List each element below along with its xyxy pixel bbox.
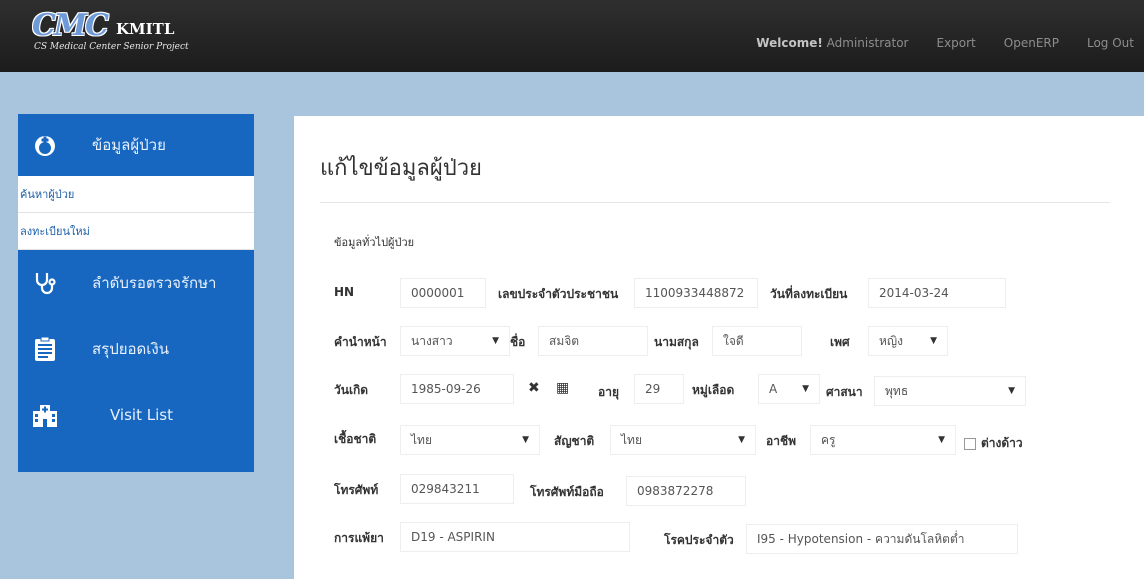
chronic-disease-label: โรคประจำตัว xyxy=(664,533,734,547)
openerp-link[interactable]: OpenERP xyxy=(1004,36,1059,50)
chevron-down-icon: ▼ xyxy=(930,336,937,346)
sidebar-label-summary: สรุปยอดเงิน xyxy=(92,340,169,358)
age-field[interactable]: 29 xyxy=(634,374,684,404)
foreigner-checkbox[interactable]: ต่างด้าว xyxy=(964,434,1023,453)
birthdate-label: วันเกิด xyxy=(334,383,369,397)
sex-select[interactable]: หญิง ▼ xyxy=(868,326,948,356)
logo-kmitl: KMITL xyxy=(116,20,175,38)
chevron-down-icon: ▼ xyxy=(492,336,499,346)
sidebar-subitem-search-patient[interactable]: ค้นหาผู้ป่วย xyxy=(18,176,254,213)
religion-label: ศาสนา xyxy=(826,385,863,399)
title-divider xyxy=(320,202,1110,203)
hospital-icon xyxy=(30,400,60,430)
prefix-select[interactable]: นางสาว ▼ xyxy=(400,326,510,356)
main-panel: แก้ไขข้อมูลผู้ป่วย ข้อมูลทั่วไปผู้ป่วย H… xyxy=(294,116,1144,579)
occupation-select[interactable]: ครู ▼ xyxy=(810,425,956,455)
logo-subtitle: CS Medical Center Senior Project xyxy=(34,42,189,52)
first-name-label: ชื่อ xyxy=(510,335,526,349)
blood-type-select[interactable]: A ▼ xyxy=(758,374,820,404)
register-date-field[interactable]: 2014-03-24 xyxy=(868,278,1006,308)
nurse-icon xyxy=(30,130,60,160)
chronic-disease-field[interactable]: I95 - Hypotension - ความดันโลหิตต่ำ xyxy=(746,524,1018,554)
chevron-down-icon: ▼ xyxy=(522,435,529,445)
citizen-id-field[interactable]: 1100933448872 xyxy=(634,278,758,308)
birthdate-field[interactable]: 1985-09-26 xyxy=(400,374,514,404)
sidebar-item-summary[interactable]: สรุปยอดเงิน xyxy=(18,316,254,382)
sex-label: เพศ xyxy=(830,335,850,349)
chevron-down-icon: ▼ xyxy=(802,384,809,394)
phone-field[interactable]: 029843211 xyxy=(400,474,514,504)
sidebar-footer xyxy=(18,448,254,472)
citizen-id-label: เลขประจำตัวประชาชน xyxy=(498,287,619,301)
phone-label: โทรศัพท์ xyxy=(334,483,379,497)
sidebar-label-visit-list: Visit List xyxy=(110,406,173,424)
stethoscope-icon xyxy=(30,268,60,298)
mobile-label: โทรศัพท์มือถือ xyxy=(530,485,604,499)
prefix-label: คำนำหน้า xyxy=(334,335,387,349)
logo-mark: CMC xyxy=(32,8,109,43)
clear-date-icon[interactable]: ✖ xyxy=(528,380,540,396)
hn-field[interactable]: 0000001 xyxy=(400,278,486,308)
mobile-field[interactable]: 0983872278 xyxy=(626,476,746,506)
sidebar-item-visit-list[interactable]: Visit List xyxy=(18,382,254,448)
sidebar-item-patient-info[interactable]: ข้อมูลผู้ป่วย xyxy=(18,114,254,176)
allergy-label: การแพ้ยา xyxy=(334,531,384,545)
export-link[interactable]: Export xyxy=(936,36,975,50)
chevron-down-icon: ▼ xyxy=(1008,386,1015,396)
chevron-down-icon: ▼ xyxy=(938,435,945,445)
nationality-select[interactable]: ไทย ▼ xyxy=(610,425,756,455)
sidebar-label-queue: ลำดับรอตรวจรักษา xyxy=(92,274,217,292)
nationality-label: สัญชาติ xyxy=(554,434,595,448)
last-name-field[interactable]: ใจดี xyxy=(712,326,802,356)
last-name-label: นามสกุล xyxy=(654,335,699,349)
ethnicity-select[interactable]: ไทย ▼ xyxy=(400,425,540,455)
sidebar: ข้อมูลผู้ป่วย ค้นหาผู้ป่วย ลงทะเบียนใหม่… xyxy=(18,114,254,472)
calendar-icon[interactable]: ▦ xyxy=(556,380,569,396)
blood-type-label: หมู่เลือด xyxy=(692,383,735,397)
cmc-kmitl-logo[interactable]: CMC KMITL CS Medical Center Senior Proje… xyxy=(32,8,202,58)
ethnicity-label: เชื้อชาติ xyxy=(334,432,377,446)
chevron-down-icon: ▼ xyxy=(738,435,745,445)
page-title: แก้ไขข้อมูลผู้ป่วย xyxy=(320,156,482,181)
section-title: ข้อมูลทั่วไปผู้ป่วย xyxy=(334,236,415,249)
occupation-label: อาชีพ xyxy=(766,434,796,448)
allergy-field[interactable]: D19 - ASPIRIN xyxy=(400,522,630,552)
checkbox-box[interactable] xyxy=(964,437,976,450)
logout-link[interactable]: Log Out xyxy=(1087,36,1134,50)
clipboard-icon xyxy=(30,334,60,364)
sidebar-label-patient-info: ข้อมูลผู้ป่วย xyxy=(92,136,166,154)
first-name-field[interactable]: สมจิต xyxy=(538,326,648,356)
sidebar-subitem-register-new[interactable]: ลงทะเบียนใหม่ xyxy=(18,213,254,250)
age-label: อายุ xyxy=(598,385,619,399)
register-date-label: วันที่ลงทะเบียน xyxy=(770,287,848,301)
welcome-text: Welcome! Administrator xyxy=(756,36,909,50)
top-navbar: CMC KMITL CS Medical Center Senior Proje… xyxy=(0,0,1144,72)
hn-label: HN xyxy=(334,285,355,299)
religion-select[interactable]: พุทธ ▼ xyxy=(874,376,1026,406)
sidebar-item-queue[interactable]: ลำดับรอตรวจรักษา xyxy=(18,250,254,316)
